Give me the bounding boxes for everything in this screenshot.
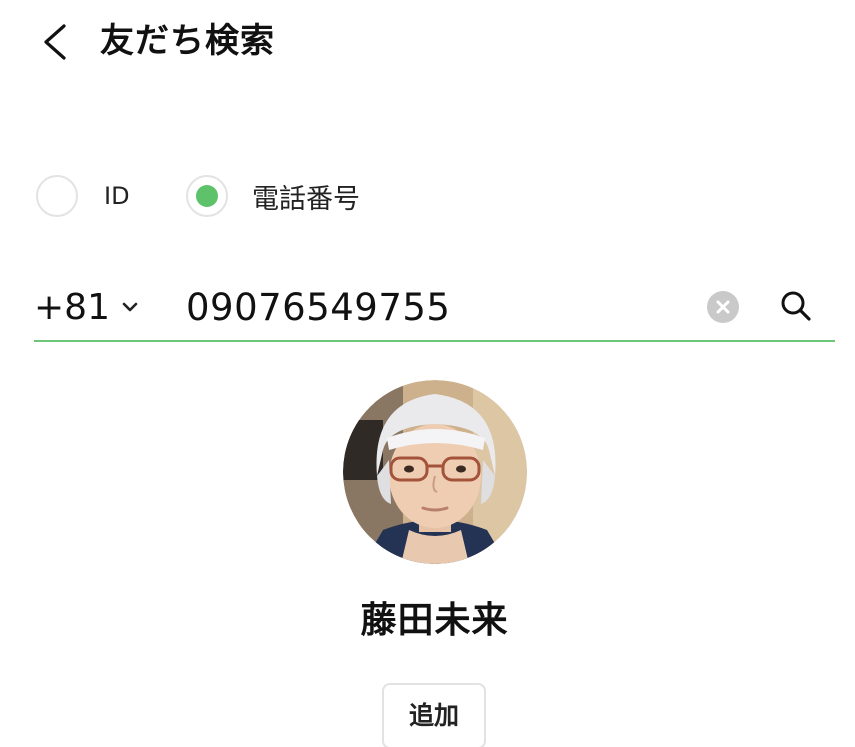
search-icon[interactable]: [778, 288, 814, 324]
radio-button-phone[interactable]: [186, 175, 228, 217]
phone-number-input[interactable]: 09076549755: [186, 286, 450, 330]
chevron-down-icon[interactable]: [120, 300, 140, 314]
page-title: 友だち検索: [100, 21, 275, 61]
phone-search-field: +81 09076549755: [34, 280, 835, 342]
radio-label-phone: 電話番号: [252, 183, 360, 215]
radio-option-phone[interactable]: 電話番号: [186, 172, 360, 220]
country-code-selector[interactable]: +81: [34, 286, 110, 330]
radio-option-id[interactable]: ID: [36, 172, 130, 220]
add-friend-button[interactable]: 追加: [382, 683, 486, 747]
profile-avatar: [343, 380, 527, 564]
friend-search-screen: 友だち検索 ID 電話番号 +81 09076549755 藤田未来 追加: [0, 0, 855, 747]
clear-icon[interactable]: [706, 290, 740, 324]
radio-button-id[interactable]: [36, 175, 78, 217]
radio-label-id: ID: [104, 182, 130, 210]
back-arrow-icon[interactable]: [38, 22, 74, 62]
profile-name: 藤田未来: [360, 600, 509, 641]
